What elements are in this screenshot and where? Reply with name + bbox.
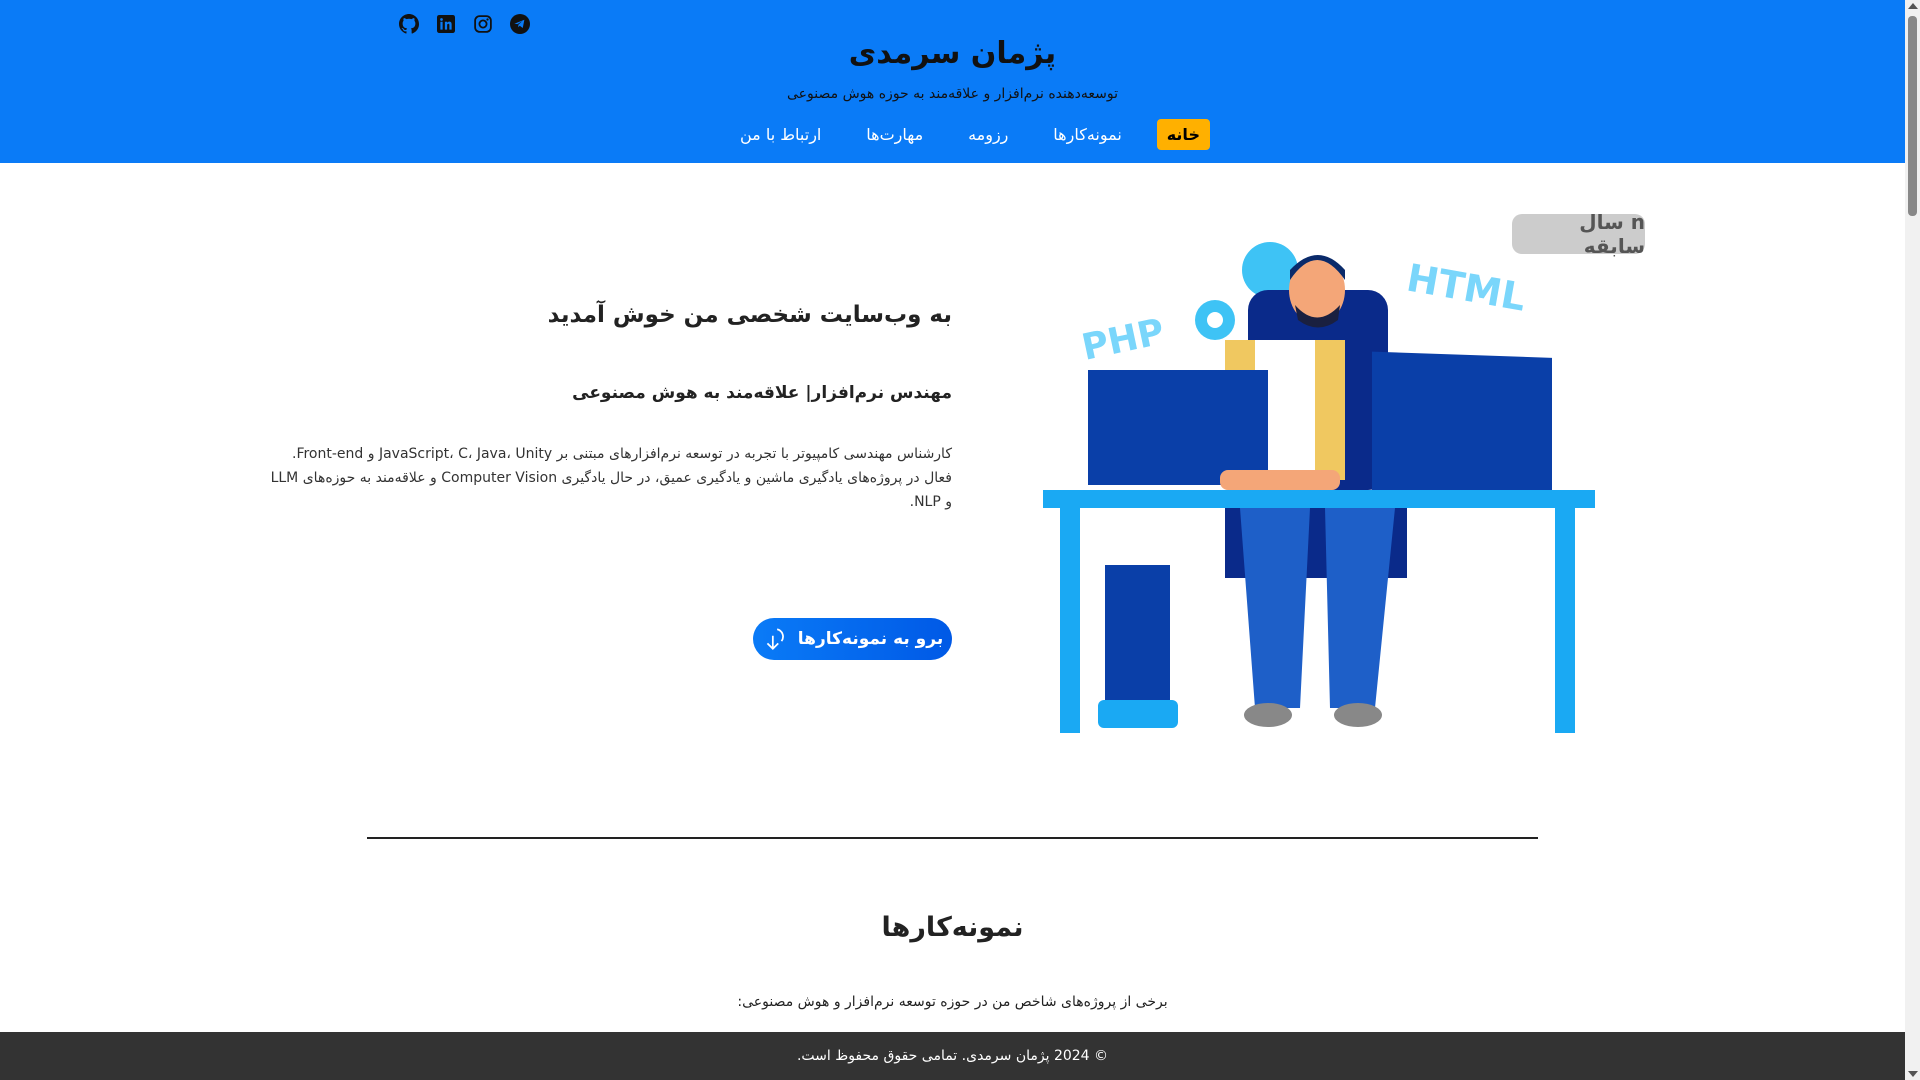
go-to-portfolio-button[interactable]: برو به نمونه‌کارها <box>753 618 952 660</box>
linkedin-icon[interactable] <box>435 13 457 35</box>
github-icon[interactable] <box>398 13 420 35</box>
portfolio-description: برخی از پروژه‌های شاخص من در حوزه توسعه … <box>737 994 1168 1010</box>
hero-paragraph: کارشناس مهندسی کامپیوتر با تجربه در توسع… <box>270 446 952 510</box>
telegram-icon[interactable] <box>509 13 531 35</box>
site-title: پژمان سرمدی <box>848 36 1057 71</box>
site-subtitle: توسعه‌دهنده نرم‌افزار و علاقه‌مند به حوز… <box>787 86 1118 102</box>
scroll-down-icon[interactable] <box>1908 1071 1918 1077</box>
scroll-up-icon[interactable] <box>1908 3 1918 9</box>
nav-portfolio[interactable]: نمونه‌کارها <box>1043 119 1132 150</box>
footer-text: © 2024 پژمان سرمدی. تمامی حقوق محفوظ است… <box>796 1048 1109 1064</box>
main-nav: خانه نمونه‌کارها رزومه مهارت‌ها ارتباط ب… <box>730 119 1210 150</box>
cta-label: برو به نمونه‌کارها <box>797 629 944 649</box>
html-label: HTML <box>1403 256 1529 320</box>
nav-skills[interactable]: مهارت‌ها <box>856 119 933 150</box>
hero-subheading: مهندس نرم‌افزار| علاقه‌مند به هوش مصنوعی <box>572 383 952 403</box>
developer-illustration: PHP HTML <box>1040 230 1600 744</box>
section-divider <box>367 837 1538 839</box>
php-label: PHP <box>1078 311 1168 368</box>
nav-home[interactable]: خانه <box>1156 119 1210 150</box>
hero-heading: به وب‌سایت شخصی من خوش آمدید <box>547 302 952 328</box>
arrow-down-icon <box>766 628 784 650</box>
scrollbar-thumb[interactable] <box>1908 16 1917 216</box>
scrollbar[interactable] <box>1905 0 1920 1080</box>
nav-contact[interactable]: ارتباط با من <box>730 119 831 150</box>
portfolio-title: نمونه‌کارها <box>881 912 1024 943</box>
nav-resume[interactable]: رزومه <box>958 119 1018 150</box>
instagram-icon[interactable] <box>472 13 494 35</box>
social-links <box>398 13 531 35</box>
footer: © 2024 پژمان سرمدی. تمامی حقوق محفوظ است… <box>0 1032 1905 1080</box>
experience-badge: n سال سابقه <box>1512 210 1645 258</box>
site-header: پژمان سرمدی توسعه‌دهنده نرم‌افزار و علاق… <box>0 0 1905 163</box>
